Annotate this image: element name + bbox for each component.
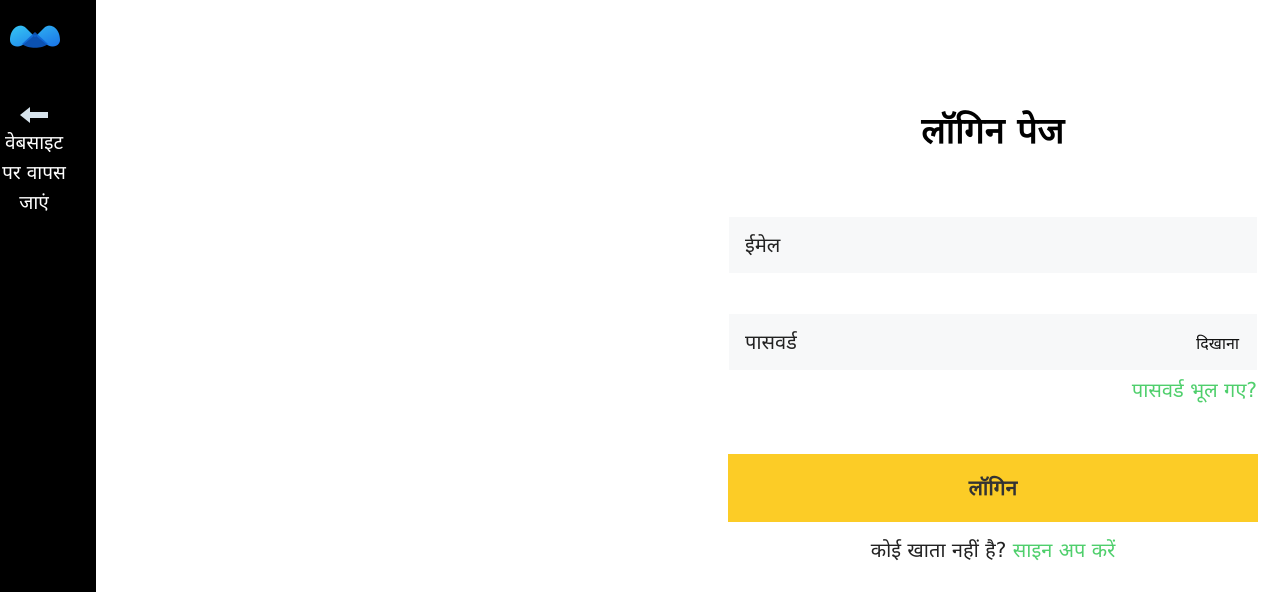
show-password-toggle[interactable]: दिखाना bbox=[1196, 332, 1239, 354]
signup-link[interactable]: साइन अप करें bbox=[1013, 538, 1116, 562]
login-button[interactable]: लॉगिन bbox=[728, 454, 1258, 522]
forgot-password-link[interactable]: पासवर्ड भूल गए? bbox=[1132, 376, 1257, 403]
email-field[interactable] bbox=[729, 217, 1257, 273]
password-field-container: दिखाना bbox=[729, 314, 1257, 370]
back-to-website-link[interactable]: वेबसाइट पर वापस जाएं bbox=[0, 104, 68, 218]
no-account-text: कोई खाता नहीं है? bbox=[870, 538, 1007, 562]
signup-prompt: कोई खाता नहीं है? साइन अप करें bbox=[728, 536, 1258, 564]
back-to-website-label: वेबसाइट पर वापस जाएं bbox=[2, 132, 66, 214]
email-field-container bbox=[729, 217, 1257, 273]
page-title: लॉगिन पेज bbox=[921, 111, 1065, 152]
brand-logo-icon[interactable] bbox=[8, 18, 62, 50]
arrow-left-icon bbox=[20, 107, 48, 123]
password-field[interactable] bbox=[729, 314, 1257, 370]
sidebar: वेबसाइट पर वापस जाएं bbox=[0, 0, 96, 592]
